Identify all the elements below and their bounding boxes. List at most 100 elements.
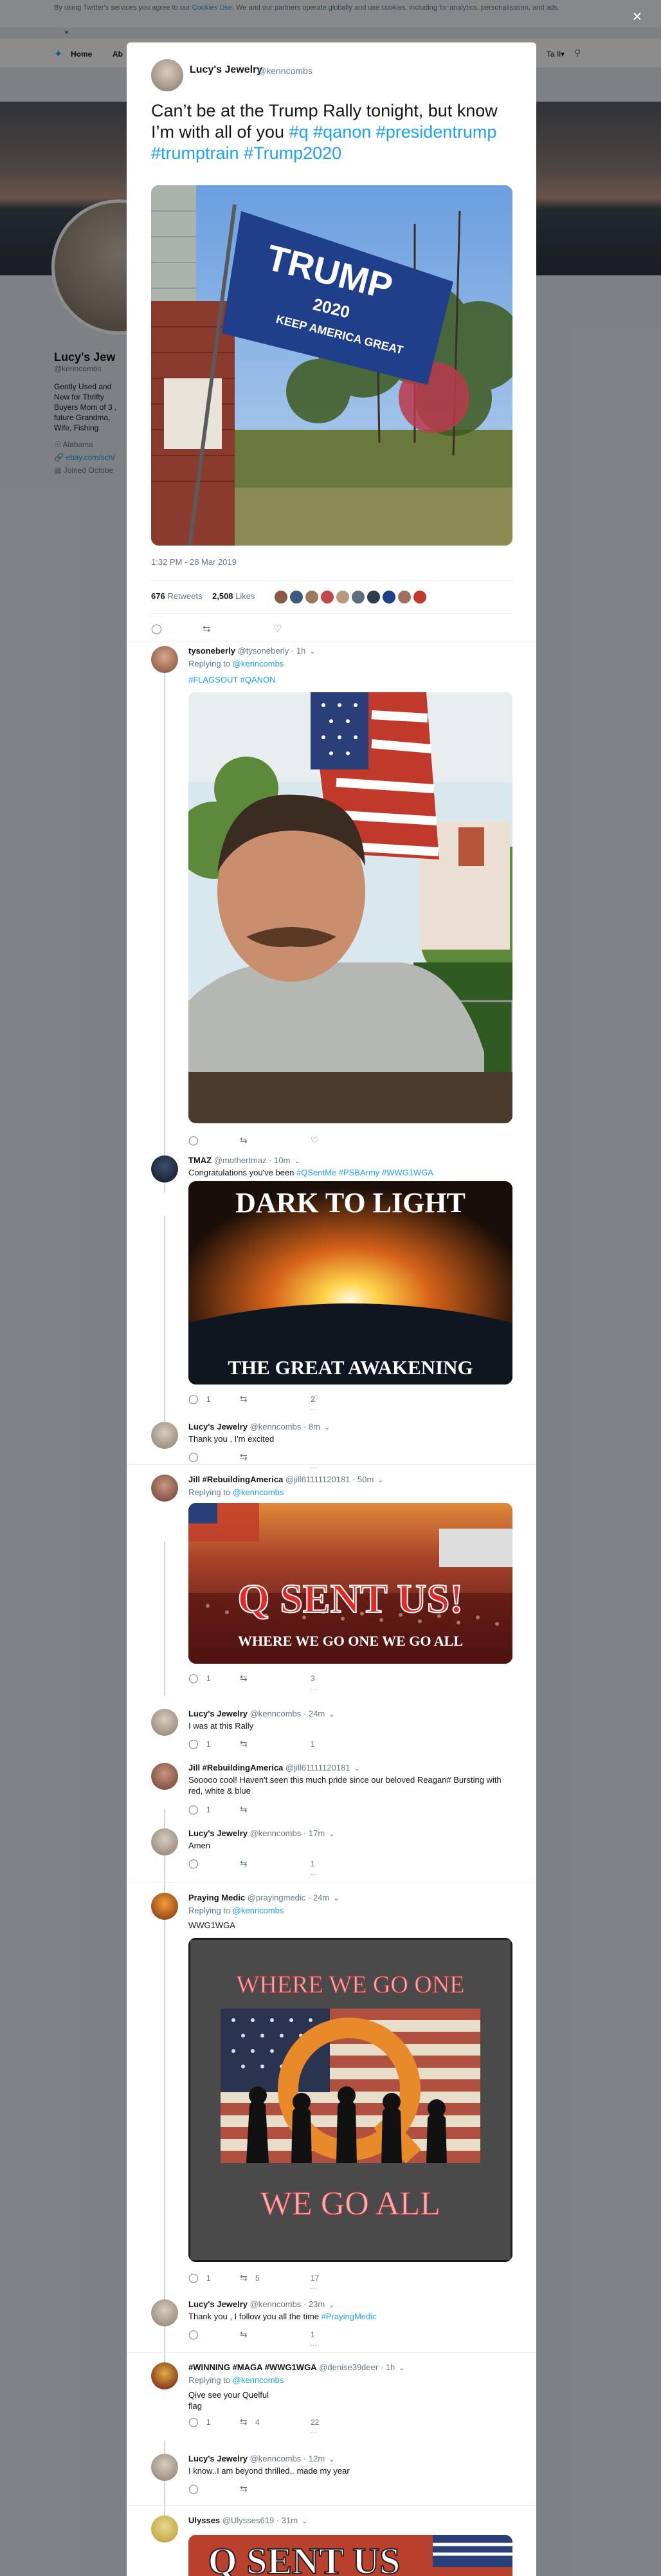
reply-avatar[interactable] — [151, 1893, 178, 1920]
reply-actions: ◯ 1 ⇆ 3 — [188, 1673, 315, 1684]
svg-text:DARK TO LIGHT: DARK TO LIGHT — [235, 1187, 466, 1219]
reply-photo[interactable] — [188, 692, 512, 1123]
replying-to: Replying to @kenncombs — [188, 659, 284, 668]
reply-tweet: TMAZ @mothertmaz · 10m ⌄ Congratulations … — [151, 1143, 512, 1432]
reply-avatar[interactable] — [151, 1422, 178, 1449]
liker-avatar[interactable] — [397, 589, 412, 605]
reply-text: I know..I am beyond thrilled.. made my y… — [188, 2466, 350, 2476]
retweet-icon[interactable]: ⇆ — [240, 1804, 248, 1815]
retweet-icon[interactable]: ⇆ — [240, 2272, 248, 2283]
chevron-down-icon[interactable]: ⌄ — [354, 1765, 359, 1772]
reply-actions: ◯ ⇆ 1 — [188, 2329, 315, 2340]
chevron-down-icon[interactable]: ⌄ — [302, 2517, 307, 2525]
reply-header: Lucy's Jewelry @kenncombs · 8m ⌄ — [188, 1422, 330, 1431]
liker-avatar[interactable] — [273, 589, 289, 605]
reply-header: Lucy's Jewelry @kenncombs · 23m ⌄ — [188, 2299, 335, 2309]
reply-avatar[interactable] — [151, 2516, 178, 2543]
reply-tweet: Ulysses @Ulysses619 · 31m ⌄ Q SENT US — [151, 2503, 512, 2576]
retweet-icon[interactable]: ⇆ — [240, 1738, 248, 1749]
chevron-down-icon[interactable]: ⌄ — [329, 2301, 334, 2309]
reply-avatar[interactable] — [151, 2299, 178, 2326]
reply-text: I was at this Rally — [188, 1721, 254, 1731]
chevron-down-icon[interactable]: ⌄ — [399, 2364, 404, 2372]
liker-avatar[interactable] — [289, 589, 304, 605]
reply-text: Sooooo cool! Haven't seen this much prid… — [188, 1775, 502, 1796]
hashtag-link[interactable]: #q — [289, 122, 309, 142]
liker-avatar[interactable] — [335, 589, 350, 605]
reply-avatar[interactable] — [151, 2362, 178, 2389]
retweet-icon[interactable]: ⇆ — [240, 2416, 248, 2427]
chevron-down-icon[interactable]: ⌄ — [329, 1830, 334, 1838]
reply-header: Ulysses @Ulysses619 · 31m ⌄ — [188, 2516, 308, 2525]
reply-header: Jill #RebuildingAmerica @jill61111120181… — [188, 1763, 360, 1772]
chevron-down-icon[interactable]: ⌄ — [333, 1895, 339, 1902]
retweet-icon[interactable]: ⇆ — [240, 2329, 248, 2340]
reply-tweet: Jill #RebuildingAmerica @jill61111120181… — [151, 1750, 512, 1814]
reply-avatar[interactable] — [151, 1709, 178, 1736]
chevron-down-icon[interactable]: ⌄ — [309, 648, 315, 656]
main-tweet-timestamp[interactable]: 1:32 PM - 28 Mar 2019 — [151, 557, 237, 567]
reply-text: Congratulations you've been #QSentMe #PS… — [188, 1168, 434, 1177]
reply-image-wwg1wga[interactable]: WHERE WE GO ONE WE GO ALL — [188, 1938, 512, 2262]
hashtag-link[interactable]: #qanon — [313, 122, 371, 142]
main-tweet-avatar[interactable] — [151, 59, 183, 91]
hashtag-link[interactable]: #Trump2020 — [244, 143, 341, 163]
svg-text:WHERE WE GO ONE WE GO ALL: WHERE WE GO ONE WE GO ALL — [238, 1633, 463, 1649]
reply-avatar[interactable] — [151, 1828, 178, 1855]
reply-icon[interactable]: ◯ — [188, 2272, 199, 2283]
reply-image-q-sent-us[interactable]: Q SENT US! WHERE WE GO ONE WE GO ALL — [188, 1503, 512, 1664]
liker-avatar[interactable] — [350, 589, 366, 605]
reply-header: Praying Medic @prayingmedic · 24m ⌄ — [188, 1893, 340, 1902]
reply-avatar[interactable] — [151, 2454, 178, 2481]
reply-actions: ◯ ⇆ 1 — [188, 1858, 315, 1869]
liker-avatar[interactable] — [381, 589, 397, 605]
chevron-down-icon[interactable]: ⌄ — [329, 2456, 334, 2463]
reply-header: TMAZ @mothertmaz · 10m ⌄ — [188, 1155, 300, 1165]
reply-image-q-sent-us[interactable]: Q SENT US — [188, 2535, 512, 2576]
reply-icon[interactable]: ◯ — [188, 1804, 199, 1815]
liker-avatar[interactable] — [304, 589, 320, 605]
reply-avatar[interactable] — [151, 1155, 178, 1182]
reply-icon[interactable]: ◯ — [188, 1394, 199, 1404]
retweet-icon[interactable]: ⇆ — [240, 1673, 248, 1684]
liker-avatar[interactable] — [320, 589, 335, 605]
reply-header: #WINNING #MAGA #WWG1WGA @denise39deer · … — [188, 2362, 405, 2372]
tweet-modal: Lucy's Jewelry @kenncombs Can’t be at th… — [127, 42, 536, 2576]
liker-avatar[interactable] — [412, 589, 428, 605]
reply-icon[interactable]: ◯ — [188, 1858, 199, 1869]
reply-icon[interactable]: ◯ — [188, 1673, 199, 1684]
likes-count[interactable]: 2,508 Likes — [212, 591, 255, 601]
reply-avatar[interactable] — [151, 1763, 178, 1790]
reply-text: Thank you , I follow you all the time #P… — [188, 2312, 377, 2321]
svg-text:WHERE WE GO ONE: WHERE WE GO ONE — [237, 1971, 465, 1998]
reply-icon[interactable]: ◯ — [188, 1738, 199, 1749]
reply-icon[interactable]: ◯ — [188, 2329, 199, 2340]
replying-to: Replying to @kenncombs — [188, 1487, 284, 1497]
main-tweet-photo[interactable]: TRUMP 2020 KEEP AMERICA GREAT — [151, 185, 512, 546]
reply-icon[interactable]: ◯ — [188, 2483, 199, 2494]
reply-avatar[interactable] — [151, 1475, 178, 1502]
retweets-count[interactable]: 676 Retweets — [151, 591, 203, 601]
reply-actions: ◯ 1 ⇆ 5 17 — [188, 2272, 320, 2283]
retweet-icon[interactable]: ⇆ — [240, 1858, 248, 1869]
modal-close-icon[interactable]: × — [629, 8, 646, 25]
retweet-icon[interactable]: ⇆ — [240, 2483, 248, 2494]
chevron-down-icon[interactable]: ⌄ — [377, 1477, 383, 1484]
liker-avatar[interactable] — [366, 589, 381, 605]
retweet-icon[interactable]: ⇆ — [240, 1451, 248, 1462]
reply-tweet: Lucy's Jewelry @kenncombs · 24m ⌄ I was a… — [151, 1696, 512, 1754]
hashtag-link[interactable]: #presidentrump — [376, 122, 497, 142]
chevron-down-icon[interactable]: ⌄ — [329, 1711, 334, 1718]
reply-icon[interactable]: ◯ — [188, 2416, 199, 2427]
reply-image-dark-to-light[interactable]: DARK TO LIGHT THE GREAT AWAKENING — [188, 1181, 512, 1385]
reply-icon[interactable]: ◯ — [188, 1451, 199, 1462]
retweet-icon[interactable]: ⇆ — [240, 1394, 248, 1404]
chevron-down-icon[interactable]: ⌄ — [294, 1157, 300, 1165]
chevron-down-icon[interactable]: ⌄ — [324, 1424, 330, 1431]
main-tweet-author-name[interactable]: Lucy's Jewelry — [190, 64, 262, 76]
main-tweet-author-handle[interactable]: @kenncombs — [257, 66, 312, 76]
svg-text:WE GO ALL: WE GO ALL — [260, 2185, 440, 2222]
reply-actions: ◯ ⇆ — [188, 2483, 510, 2495]
hashtag-link[interactable]: #trumptrain — [151, 143, 239, 163]
reply-avatar[interactable] — [151, 646, 178, 673]
